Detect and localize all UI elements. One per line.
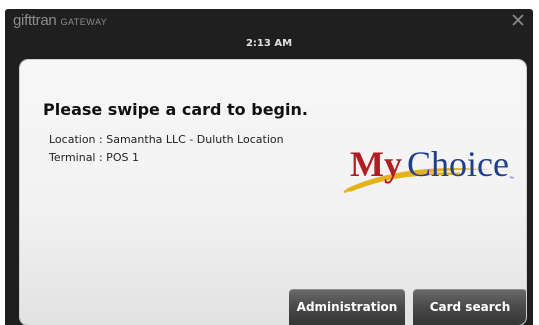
mychoice-logo: My Choice ™ — [343, 144, 514, 194]
svg-text:™: ™ — [509, 176, 514, 182]
close-button[interactable] — [509, 11, 527, 29]
administration-button[interactable]: Administration — [289, 289, 405, 325]
window-frame: gifttran GATEWAY 2:13 AM Please swipe a … — [5, 9, 533, 325]
location-label: Location : Samantha LLC - Duluth Locatio… — [49, 133, 284, 146]
close-icon — [512, 14, 524, 26]
app-logo: gifttran GATEWAY — [13, 12, 107, 30]
brand-subtitle: GATEWAY — [60, 17, 108, 27]
logo-choice: Choice — [407, 144, 509, 184]
card-search-button[interactable]: Card search — [413, 289, 526, 325]
clock: 2:13 AM — [245, 38, 293, 49]
swipe-dialog: Please swipe a card to begin. Location :… — [20, 60, 526, 325]
title-bar: gifttran GATEWAY 2:13 AM — [5, 9, 533, 57]
logo-my: My — [350, 144, 402, 184]
app-window: gifttran GATEWAY 2:13 AM Please swipe a … — [0, 0, 539, 325]
brand-name: gifttran — [13, 12, 57, 29]
dialog-title: Please swipe a card to begin. — [43, 100, 308, 119]
terminal-label: Terminal : POS 1 — [49, 151, 139, 164]
